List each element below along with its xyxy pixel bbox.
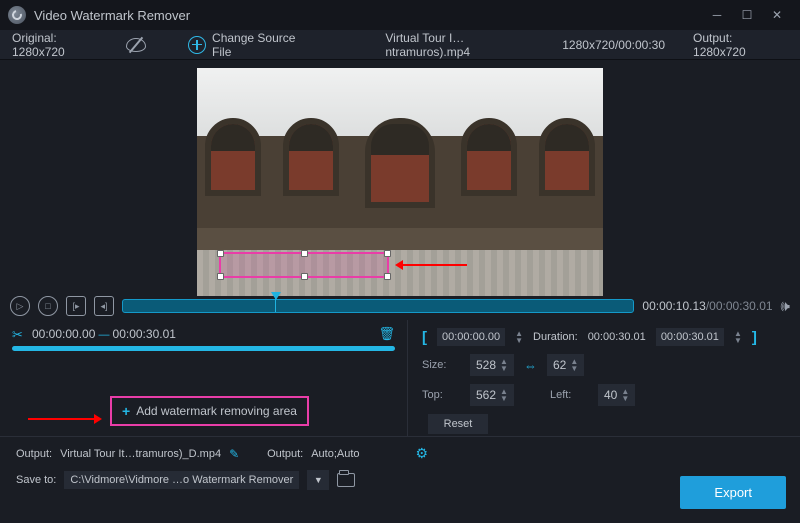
range-end-input[interactable]: 00:00:30.01	[656, 328, 724, 346]
segment-bar[interactable]	[12, 346, 395, 351]
edit-output-icon[interactable]: ✎	[229, 447, 239, 461]
properties-panel: [ 00:00:00.00 ▲▼ Duration: 00:00:30.01 00…	[408, 320, 800, 436]
playhead-icon[interactable]	[271, 292, 281, 302]
minimize-button[interactable]: ─	[702, 0, 732, 30]
file-name: Virtual Tour I…ntramuros).mp4	[385, 31, 548, 59]
delete-segment-icon[interactable]: 🗑	[378, 326, 395, 342]
segment-range: 00:00:00.00 — 00:00:30.01	[32, 327, 176, 341]
play-button[interactable]: ▷	[10, 296, 30, 316]
annotation-arrow-icon	[28, 418, 100, 420]
top-label: Top:	[422, 389, 460, 401]
title-bar: Video Watermark Remover ─ ☐ ✕	[0, 0, 800, 30]
reset-button[interactable]: Reset	[428, 414, 488, 434]
height-input[interactable]: 62▲▼	[547, 354, 584, 376]
add-watermark-area-button[interactable]: + Add watermark removing area	[110, 396, 309, 426]
spinner-icon[interactable]: ▲▼	[515, 330, 523, 344]
segment-row[interactable]: ✂ 00:00:00.00 — 00:00:30.01 🗑	[12, 326, 395, 342]
change-source-label: Change Source File	[212, 31, 318, 59]
export-button[interactable]: Export	[680, 476, 786, 509]
mark-in-button[interactable]: [▸	[66, 296, 86, 316]
width-input[interactable]: 528▲▼	[470, 354, 514, 376]
bracket-out-icon[interactable]: ]	[752, 329, 757, 346]
output-settings-icon[interactable]: ⚙	[416, 445, 429, 462]
watermark-selection-box[interactable]	[219, 252, 389, 278]
save-to-label: Save to:	[16, 474, 56, 486]
player-controls: ▷ □ [▸ ◂] 00:00:10.13/00:00:30.01 🕪	[0, 292, 800, 320]
left-input[interactable]: 40▲▼	[598, 384, 635, 406]
change-source-button[interactable]: Change Source File	[188, 31, 317, 59]
toolbar: Original: 1280x720 Change Source File Vi…	[0, 30, 800, 60]
plus-circle-icon	[188, 36, 206, 54]
app-title: Video Watermark Remover	[34, 8, 702, 23]
time-current: 00:00:10.13	[642, 299, 705, 313]
file-meta: 1280x720/00:00:30	[562, 38, 665, 52]
top-input[interactable]: 562▲▼	[470, 384, 514, 406]
output-spec-value: Auto;Auto	[311, 448, 359, 460]
annotation-arrow-icon	[397, 264, 467, 266]
left-label: Left:	[550, 389, 588, 401]
output-spec-label: Output:	[267, 448, 303, 460]
spinner-icon[interactable]: ▲▼	[734, 330, 742, 344]
segments-panel: ✂ 00:00:00.00 — 00:00:30.01 🗑 + Add wate…	[0, 320, 408, 436]
bracket-in-icon[interactable]: [	[422, 329, 427, 346]
output-file-label: Output:	[16, 448, 52, 460]
open-folder-icon[interactable]	[337, 473, 355, 487]
mark-out-button[interactable]: ◂]	[94, 296, 114, 316]
original-resolution: Original: 1280x720	[12, 31, 112, 59]
preview-toggle-icon[interactable]	[126, 38, 146, 52]
range-start-input[interactable]: 00:00:00.00	[437, 328, 505, 346]
timeline-slider[interactable]	[122, 299, 634, 313]
video-preview[interactable]	[197, 68, 603, 296]
output-resolution: Output: 1280x720	[693, 31, 788, 59]
scissors-icon: ✂	[12, 327, 26, 341]
app-logo-icon	[8, 6, 26, 24]
preview-area	[0, 60, 800, 292]
duration-label: Duration:	[533, 331, 578, 343]
link-aspect-icon[interactable]: ⇔	[524, 358, 537, 373]
duration-value: 00:00:30.01	[588, 331, 646, 343]
volume-icon[interactable]: 🕪	[781, 298, 790, 315]
size-label: Size:	[422, 359, 460, 371]
plus-icon: +	[122, 403, 130, 419]
close-button[interactable]: ✕	[762, 0, 792, 30]
maximize-button[interactable]: ☐	[732, 0, 762, 30]
output-file-name: Virtual Tour It…tramuros)_D.mp4	[60, 448, 221, 460]
time-total: /00:00:30.01	[706, 299, 773, 313]
save-path-dropdown[interactable]: ▼	[307, 470, 329, 490]
save-path-input[interactable]: C:\Vidmore\Vidmore …o Watermark Remover	[64, 471, 299, 489]
stop-button[interactable]: □	[38, 296, 58, 316]
add-watermark-label: Add watermark removing area	[136, 404, 297, 418]
timecode: 00:00:10.13/00:00:30.01	[642, 299, 772, 313]
